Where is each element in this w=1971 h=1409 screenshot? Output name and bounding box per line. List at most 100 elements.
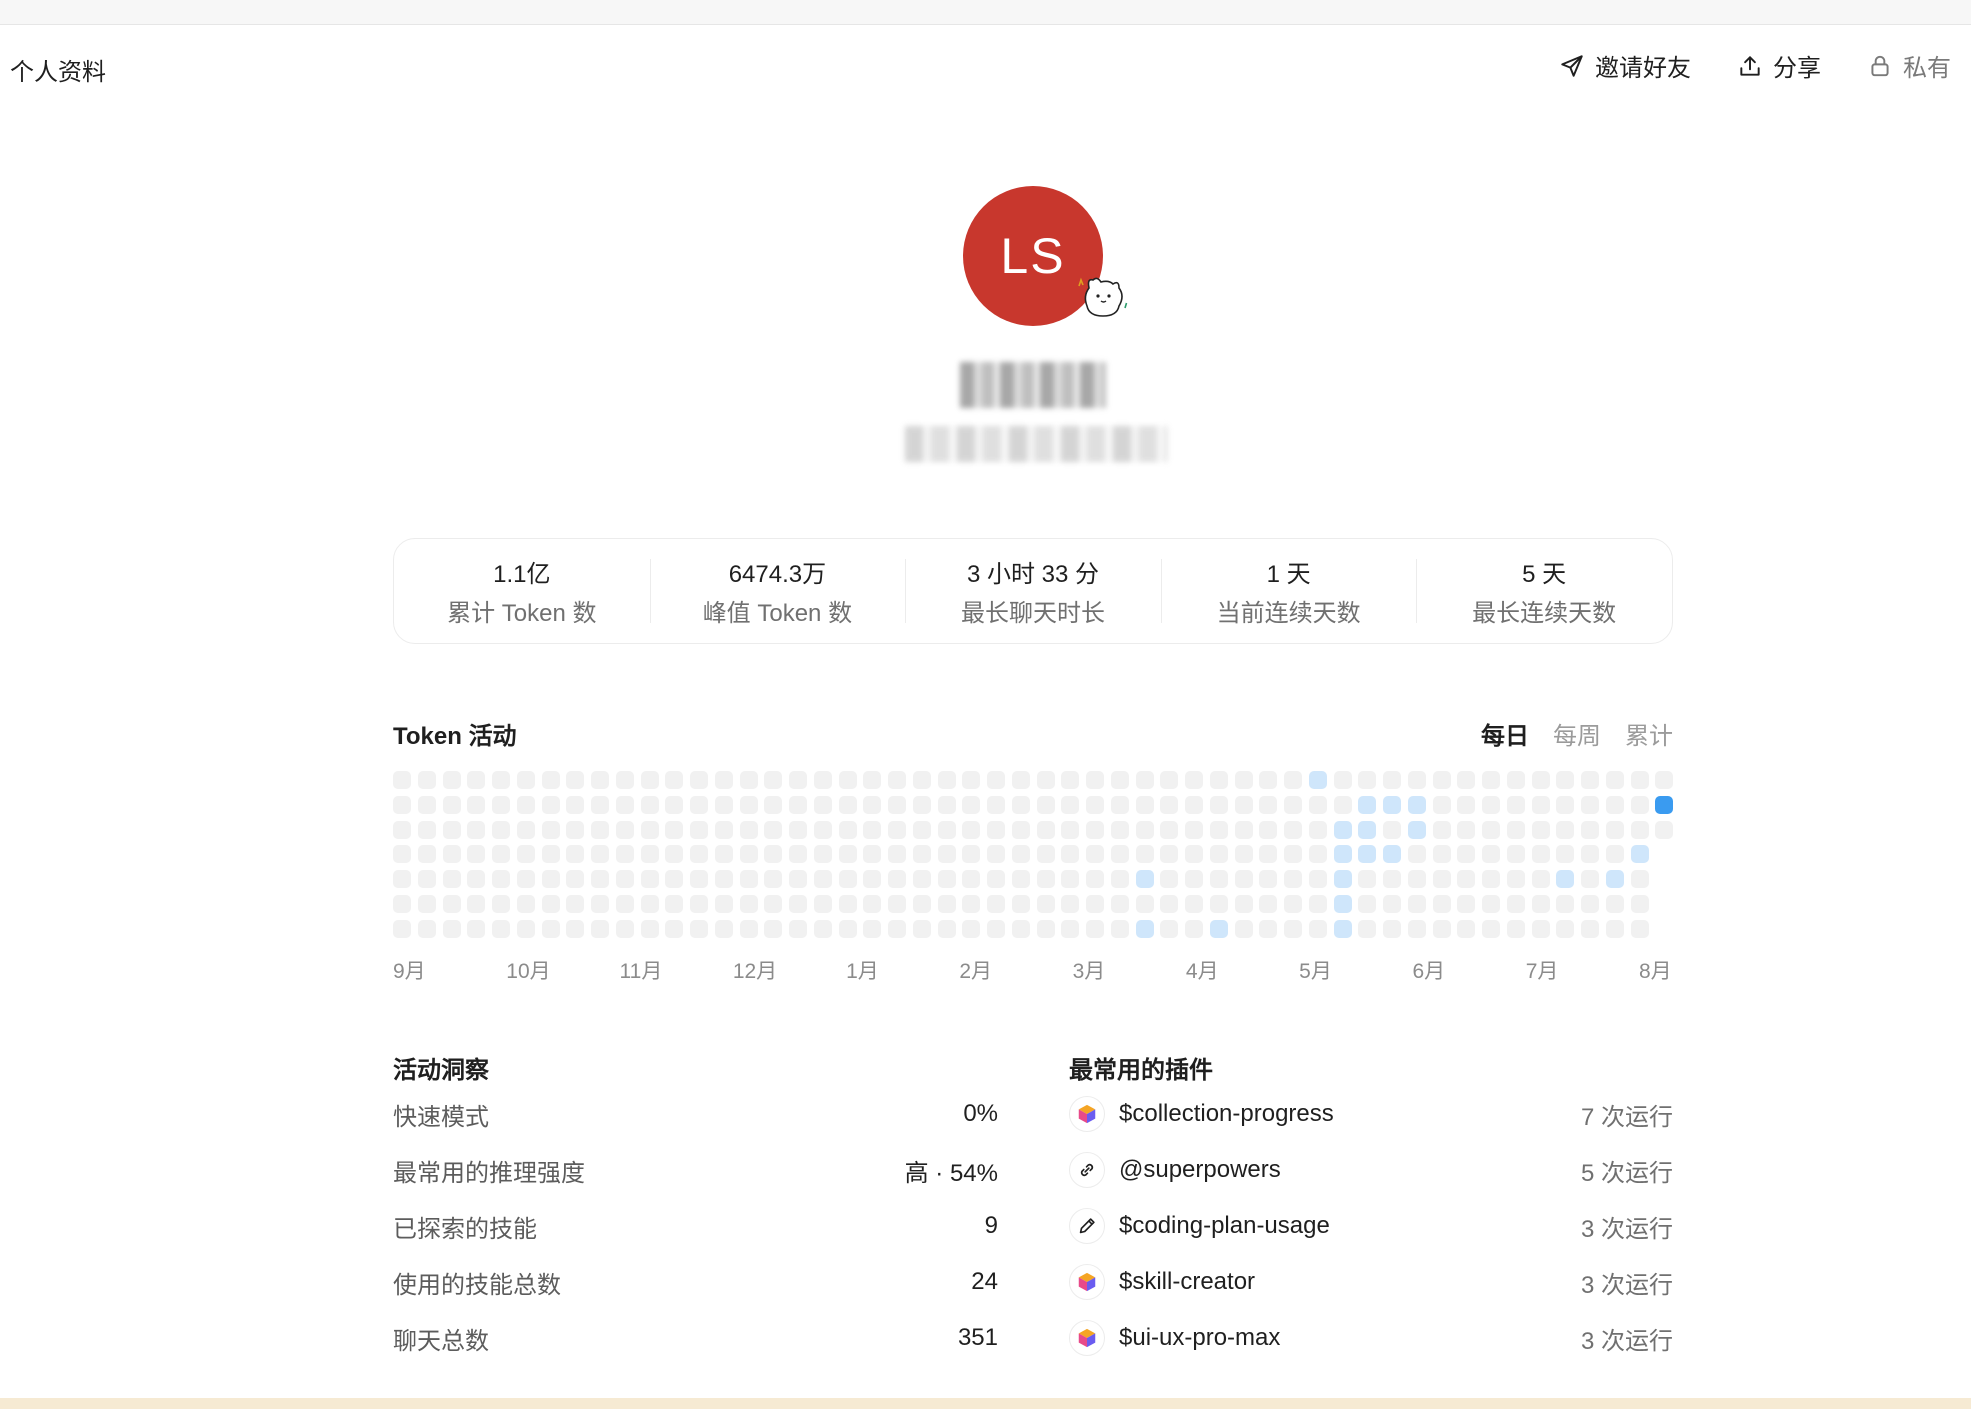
heatmap-cell[interactable] bbox=[1506, 795, 1525, 814]
heatmap-cell[interactable] bbox=[987, 870, 1005, 889]
heatmap-cell[interactable] bbox=[838, 919, 857, 938]
heatmap-cell[interactable] bbox=[1011, 771, 1030, 789]
heatmap-cell[interactable] bbox=[1011, 795, 1030, 814]
heatmap-cell[interactable] bbox=[442, 870, 461, 889]
heatmap-cell[interactable] bbox=[690, 771, 708, 789]
heatmap-cell[interactable] bbox=[566, 820, 585, 839]
heatmap-cell[interactable] bbox=[1383, 771, 1401, 789]
heatmap-cell[interactable] bbox=[912, 895, 931, 913]
privacy-button[interactable]: 私有 bbox=[1867, 48, 1951, 83]
heatmap-cell[interactable] bbox=[1506, 845, 1525, 864]
heatmap-cell[interactable] bbox=[1036, 895, 1055, 913]
heatmap-cell[interactable] bbox=[764, 895, 783, 913]
heatmap-cell[interactable] bbox=[714, 820, 733, 839]
heatmap-cell[interactable] bbox=[813, 919, 832, 938]
heatmap-cell[interactable] bbox=[1259, 820, 1278, 839]
heatmap-cell[interactable] bbox=[541, 870, 560, 889]
heatmap-cell[interactable] bbox=[615, 895, 634, 913]
heatmap-cell[interactable] bbox=[912, 795, 931, 814]
heatmap-cell[interactable] bbox=[888, 845, 906, 864]
heatmap-cell[interactable] bbox=[1011, 845, 1030, 864]
heatmap-cell[interactable] bbox=[1482, 895, 1500, 913]
heatmap-cell[interactable] bbox=[690, 870, 708, 889]
heatmap-cell[interactable] bbox=[987, 795, 1005, 814]
heatmap-cell[interactable] bbox=[714, 919, 733, 938]
heatmap-cell[interactable] bbox=[739, 870, 758, 889]
heatmap-cell[interactable] bbox=[1358, 895, 1377, 913]
heatmap-cell[interactable] bbox=[1605, 820, 1624, 839]
heatmap-cell[interactable] bbox=[1383, 870, 1401, 889]
heatmap-cell[interactable] bbox=[888, 771, 906, 789]
heatmap-cell[interactable] bbox=[863, 919, 882, 938]
heatmap-cell[interactable] bbox=[1556, 895, 1575, 913]
heatmap-cell[interactable] bbox=[1605, 870, 1624, 889]
heatmap-cell[interactable] bbox=[714, 895, 733, 913]
heatmap-cell[interactable] bbox=[393, 771, 411, 789]
heatmap-cell[interactable] bbox=[442, 820, 461, 839]
heatmap-cell[interactable] bbox=[1531, 795, 1550, 814]
tab-cumulative[interactable]: 累计 bbox=[1625, 716, 1673, 751]
heatmap-cell[interactable] bbox=[1011, 895, 1030, 913]
heatmap-cell[interactable] bbox=[1185, 919, 1203, 938]
heatmap-cell[interactable] bbox=[615, 820, 634, 839]
heatmap-cell[interactable] bbox=[1655, 820, 1674, 839]
heatmap-cell[interactable] bbox=[764, 795, 783, 814]
heatmap-cell[interactable] bbox=[1383, 895, 1401, 913]
heatmap-cell[interactable] bbox=[962, 919, 981, 938]
heatmap-cell[interactable] bbox=[764, 845, 783, 864]
heatmap-cell[interactable] bbox=[591, 820, 609, 839]
heatmap-cell[interactable] bbox=[1135, 771, 1154, 789]
heatmap-cell[interactable] bbox=[566, 895, 585, 913]
heatmap-cell[interactable] bbox=[690, 795, 708, 814]
heatmap-cell[interactable] bbox=[1506, 895, 1525, 913]
heatmap-cell[interactable] bbox=[962, 795, 981, 814]
heatmap-cell[interactable] bbox=[640, 919, 659, 938]
heatmap-cell[interactable] bbox=[417, 795, 436, 814]
heatmap-cell[interactable] bbox=[1432, 870, 1451, 889]
heatmap-cell[interactable] bbox=[1234, 870, 1253, 889]
heatmap-cell[interactable] bbox=[516, 820, 535, 839]
tab-daily[interactable]: 每日 bbox=[1481, 716, 1529, 751]
heatmap-cell[interactable] bbox=[1185, 820, 1203, 839]
heatmap-cell[interactable] bbox=[1531, 845, 1550, 864]
heatmap-cell[interactable] bbox=[591, 870, 609, 889]
heatmap-cell[interactable] bbox=[1110, 919, 1129, 938]
heatmap-cell[interactable] bbox=[1531, 771, 1550, 789]
heatmap-cell[interactable] bbox=[1284, 919, 1302, 938]
heatmap-cell[interactable] bbox=[937, 845, 956, 864]
heatmap-cell[interactable] bbox=[912, 820, 931, 839]
heatmap-cell[interactable] bbox=[1061, 820, 1080, 839]
heatmap-cell[interactable] bbox=[1358, 820, 1377, 839]
heatmap-cell[interactable] bbox=[1407, 870, 1426, 889]
heatmap-cell[interactable] bbox=[912, 919, 931, 938]
heatmap-cell[interactable] bbox=[417, 820, 436, 839]
heatmap-cell[interactable] bbox=[863, 895, 882, 913]
heatmap-cell[interactable] bbox=[1308, 870, 1327, 889]
heatmap-cell[interactable] bbox=[1482, 845, 1500, 864]
heatmap-cell[interactable] bbox=[1358, 795, 1377, 814]
heatmap-cell[interactable] bbox=[1135, 919, 1154, 938]
heatmap-cell[interactable] bbox=[1036, 870, 1055, 889]
heatmap-cell[interactable] bbox=[1581, 919, 1599, 938]
heatmap-cell[interactable] bbox=[492, 771, 510, 789]
heatmap-cell[interactable] bbox=[467, 870, 486, 889]
heatmap-cell[interactable] bbox=[1209, 771, 1228, 789]
heatmap-cell[interactable] bbox=[739, 795, 758, 814]
heatmap-cell[interactable] bbox=[789, 870, 807, 889]
heatmap-cell[interactable] bbox=[1333, 820, 1352, 839]
heatmap-cell[interactable] bbox=[1135, 895, 1154, 913]
heatmap-cell[interactable] bbox=[1036, 795, 1055, 814]
heatmap-cell[interactable] bbox=[665, 845, 684, 864]
heatmap-cell[interactable] bbox=[690, 919, 708, 938]
heatmap-cell[interactable] bbox=[442, 845, 461, 864]
heatmap-cell[interactable] bbox=[1556, 795, 1575, 814]
heatmap-cell[interactable] bbox=[516, 845, 535, 864]
plugin-row[interactable]: @superpowers 5 次运行 bbox=[1069, 1142, 1673, 1198]
heatmap-cell[interactable] bbox=[1333, 771, 1352, 789]
heatmap-cell[interactable] bbox=[987, 845, 1005, 864]
heatmap-cell[interactable] bbox=[1630, 870, 1649, 889]
heatmap-cell[interactable] bbox=[516, 895, 535, 913]
heatmap-cell[interactable] bbox=[813, 870, 832, 889]
heatmap-cell[interactable] bbox=[1457, 820, 1476, 839]
heatmap-cell[interactable] bbox=[739, 919, 758, 938]
